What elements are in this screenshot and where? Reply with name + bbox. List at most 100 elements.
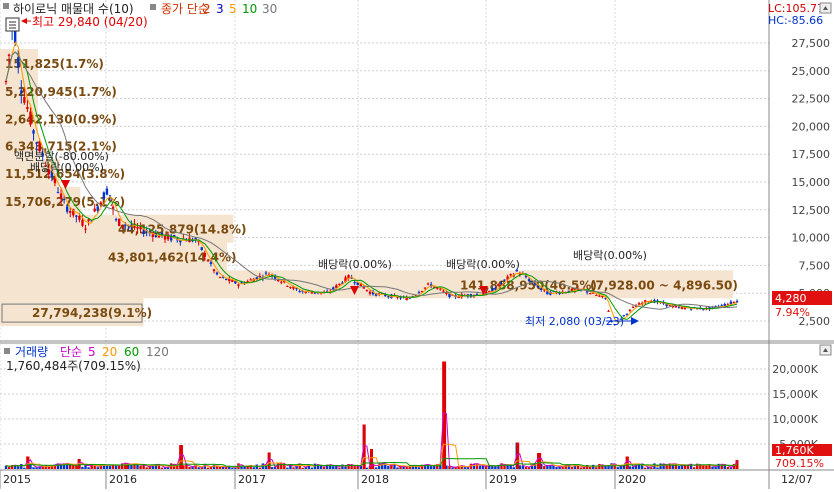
volume-bar [197, 467, 200, 469]
volume-bar [17, 466, 20, 469]
price-tick-label: 20,000 [792, 120, 831, 133]
candle-body [439, 288, 442, 290]
volume-bar [524, 467, 528, 469]
volume-bar [301, 467, 304, 469]
candle-body [286, 285, 289, 287]
volume-bar [396, 467, 399, 469]
volume-bar [292, 467, 295, 469]
price-tick-label: 27,500 [792, 37, 831, 50]
x-tick-label: 2015 [3, 473, 31, 486]
candle-body [203, 252, 207, 257]
high-label: 최고 29,840 (04/20) [32, 15, 148, 29]
volume-bar [87, 467, 90, 469]
candle-body [289, 286, 292, 288]
volume-bar [252, 467, 255, 469]
ma-legend-2: 2 [203, 2, 211, 16]
volume-bar [631, 466, 635, 469]
volume-bar [429, 466, 433, 469]
volume-bar [114, 465, 118, 469]
candle-body [84, 228, 87, 230]
volume-bar [543, 466, 546, 469]
candle-body [62, 199, 66, 201]
volume-bar [105, 465, 109, 469]
chart-title: 하이로닉 매물대 수(10) [13, 2, 134, 16]
volume-bar [215, 466, 219, 469]
volume-bar [270, 467, 274, 469]
candle-body [442, 290, 445, 292]
volume-bar [726, 466, 730, 469]
volume-bar [628, 466, 632, 469]
candle-body [69, 211, 72, 213]
candle-body [102, 192, 106, 200]
candle-body [298, 291, 301, 293]
x-tick-label: 2019 [489, 473, 517, 486]
price-range-label: (7,928.00 ~ 4,896.50) [590, 278, 738, 292]
ma-legend-5: 5 [229, 2, 237, 16]
candle-body [105, 188, 109, 195]
candle-body [29, 111, 32, 125]
ma-menu-icon[interactable] [150, 4, 156, 10]
candle-body [595, 294, 598, 296]
volume-bar [255, 464, 259, 469]
price-tick-label: 15,000 [792, 176, 831, 189]
x-tick-label: 12/07 [781, 473, 813, 486]
candle-body [35, 142, 38, 144]
volume-bar [32, 467, 35, 469]
candle-body [362, 287, 366, 289]
volume-bar [494, 466, 497, 469]
candle-body [540, 288, 543, 290]
volume-bar [41, 466, 44, 469]
candle-body [674, 305, 678, 308]
volume-bar [96, 467, 99, 469]
candle-body [714, 305, 717, 307]
candle-body [124, 224, 127, 226]
candle-body [53, 178, 57, 184]
volume-bar [677, 465, 681, 469]
volume-menu-icon[interactable] [4, 348, 10, 354]
price-change: 7.94% [775, 306, 810, 319]
price-tick-label: 22,500 [792, 93, 831, 106]
candle-body [353, 282, 356, 284]
current-price: 4,280 [775, 292, 807, 305]
candle-body [729, 301, 733, 304]
candle-body [225, 278, 228, 281]
candle-body [114, 219, 118, 221]
volume-bar [478, 465, 482, 469]
candle-body [588, 293, 592, 295]
price-tick-label: 25,000 [792, 65, 831, 78]
candle-body [200, 247, 203, 250]
volume-bar [616, 467, 619, 469]
candle-body [585, 291, 589, 293]
volume-bar [588, 466, 592, 469]
volume-bar [23, 467, 26, 469]
candle-body [20, 90, 23, 93]
volume-bar [644, 467, 647, 469]
x-tick-label: 2016 [109, 473, 137, 486]
candle-body [423, 287, 427, 289]
volume-bar [145, 467, 148, 469]
volume-bar [206, 467, 210, 469]
volume-bar [117, 465, 121, 469]
candle-body [26, 106, 29, 110]
ma-legend-10: 10 [242, 2, 257, 16]
volume-bar [344, 466, 347, 469]
volume-bar [353, 466, 356, 469]
volume-value: 1,760,484주(709.15%) [6, 359, 141, 373]
dividend-annotation-2018a: 배당락(0.00%) [318, 258, 392, 271]
candle-body [7, 54, 11, 56]
volume-bar [387, 465, 390, 469]
candle-body [277, 279, 280, 282]
volume-bar [650, 467, 653, 469]
panel-menu-icon[interactable] [3, 3, 9, 9]
candle-body [78, 216, 81, 220]
volume-bar [607, 466, 610, 469]
candle-body [338, 283, 341, 285]
candle-body [264, 272, 268, 274]
dividend-annotation-2019: 배당락(0.00%) [573, 249, 647, 262]
volume-bar [7, 466, 11, 469]
volume-bar [451, 467, 454, 469]
ma-prefix: 종가 단순 [161, 2, 209, 16]
candle-body [215, 272, 219, 275]
candle-body [280, 281, 283, 283]
candle-body [65, 206, 69, 212]
